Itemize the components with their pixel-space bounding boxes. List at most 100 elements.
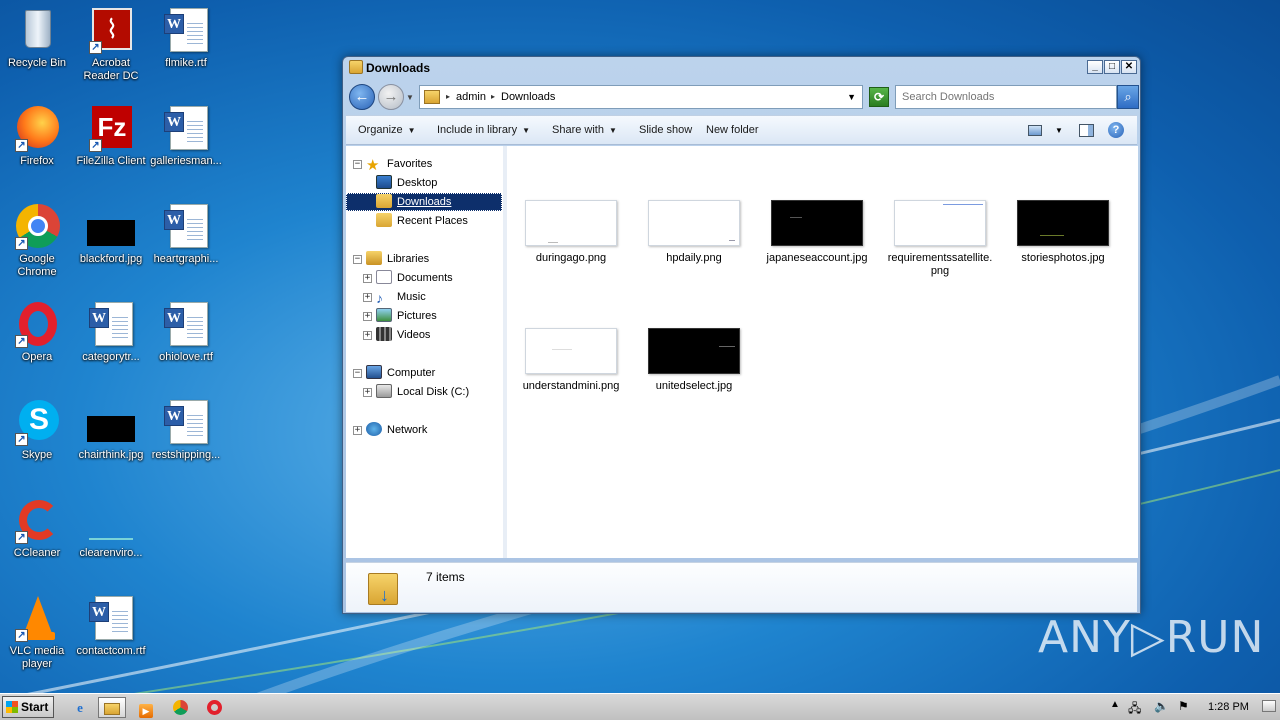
nav-pictures[interactable]: Pictures bbox=[376, 307, 437, 325]
image-icon bbox=[87, 496, 135, 544]
taskbar-internet-explorer-icon[interactable]: e bbox=[66, 697, 94, 718]
expand-network-icon[interactable]: + bbox=[353, 426, 362, 435]
action-center-flag-icon[interactable]: ⚑ bbox=[1178, 699, 1189, 713]
desktop-icon-chairthink[interactable]: chairthink.jpg bbox=[74, 398, 148, 462]
desktop-icon-opera[interactable]: ↗ Opera bbox=[0, 300, 74, 364]
collapse-libraries-icon[interactable]: − bbox=[353, 255, 362, 264]
desktop-icon-flmike[interactable]: W flmike.rtf bbox=[149, 6, 223, 70]
collapse-computer-icon[interactable]: − bbox=[353, 369, 362, 378]
taskbar: Start e ▶ ▲ 🖧 🔈 ⚑ 1:28 PM bbox=[0, 693, 1280, 720]
taskbar-explorer-icon[interactable] bbox=[98, 697, 126, 718]
file-thumbnail bbox=[648, 328, 740, 374]
desktop-icon-clearenviro[interactable]: clearenviro... bbox=[74, 496, 148, 560]
search-input[interactable] bbox=[902, 87, 1092, 107]
system-tray: ▲ 🖧 🔈 ⚑ bbox=[1102, 694, 1280, 720]
desktop-icon-galleriesman[interactable]: W galleriesman... bbox=[149, 104, 223, 168]
recent-pages-dropdown[interactable]: ▼ bbox=[406, 93, 414, 102]
nav-favorites[interactable]: ★ Favorites bbox=[366, 155, 432, 173]
acrobat-icon: ⌇ ↗ bbox=[87, 6, 135, 54]
nav-libraries[interactable]: Libraries bbox=[366, 250, 429, 268]
file-item[interactable]: duringago.png bbox=[516, 200, 626, 265]
taskbar-chrome-icon[interactable] bbox=[166, 697, 194, 718]
address-bar[interactable]: ▸ admin ▸ Downloads ▼ bbox=[419, 85, 863, 109]
organize-button[interactable]: Organize ▼ bbox=[358, 124, 416, 136]
title-bar[interactable]: Downloads _ □ ✕ bbox=[343, 57, 1140, 79]
breadcrumb-admin[interactable]: admin bbox=[456, 91, 486, 103]
nav-documents[interactable]: Documents bbox=[376, 269, 453, 287]
file-item[interactable]: unitedselect.jpg bbox=[639, 328, 749, 393]
maximize-button[interactable]: □ bbox=[1104, 60, 1120, 74]
expand-music-icon[interactable]: + bbox=[363, 293, 372, 302]
desktop-icon-contactcom[interactable]: W contactcom.rtf bbox=[74, 594, 148, 658]
view-options-icon[interactable] bbox=[1028, 125, 1042, 136]
desktop-icon-filezilla[interactable]: Fz ↗ FileZilla Client bbox=[74, 104, 148, 168]
back-button[interactable]: ← bbox=[349, 84, 375, 110]
nav-music[interactable]: ♪ Music bbox=[376, 288, 426, 306]
expand-documents-icon[interactable]: + bbox=[363, 274, 372, 283]
desktop-icon-label: contactcom.rtf bbox=[76, 645, 146, 657]
expand-local-disk-icon[interactable]: + bbox=[363, 388, 372, 397]
file-item[interactable]: japaneseaccount.jpg bbox=[762, 200, 872, 265]
slide-show-button[interactable]: Slide show bbox=[639, 124, 692, 136]
share-with-button[interactable]: Share with ▼ bbox=[552, 124, 617, 136]
desktop-icon-restshipping[interactable]: W restshipping... bbox=[149, 398, 223, 462]
file-thumbnail bbox=[1017, 200, 1109, 246]
new-folder-button[interactable]: New folder bbox=[706, 124, 759, 136]
file-item[interactable]: storiesphotos.jpg bbox=[1008, 200, 1118, 265]
taskbar-opera-icon[interactable] bbox=[200, 697, 228, 718]
computer-icon bbox=[366, 365, 382, 379]
nav-videos[interactable]: Videos bbox=[376, 326, 430, 344]
include-in-library-button[interactable]: Include in library ▼ bbox=[437, 124, 530, 136]
search-icon[interactable]: ⌕ bbox=[1117, 85, 1139, 109]
breadcrumb-downloads[interactable]: Downloads bbox=[501, 91, 555, 103]
expand-videos-icon[interactable]: + bbox=[363, 331, 372, 340]
taskbar-clock[interactable]: 1:28 PM bbox=[1208, 701, 1249, 713]
refresh-button[interactable]: ⟳ bbox=[869, 87, 889, 107]
nav-local-disk[interactable]: Local Disk (C:) bbox=[376, 383, 469, 401]
chrome-icon: ↗ bbox=[13, 202, 61, 250]
volume-icon[interactable]: 🔈 bbox=[1154, 699, 1169, 713]
help-icon[interactable]: ? bbox=[1108, 122, 1124, 138]
explorer-window: Downloads _ □ ✕ ← → ▼ ▸ admin ▸ Download… bbox=[342, 56, 1141, 614]
file-item[interactable]: requirementssatellite.png bbox=[885, 200, 995, 278]
start-button[interactable]: Start bbox=[2, 696, 54, 718]
desktop-icon-categorytr[interactable]: W categorytr... bbox=[74, 300, 148, 364]
nav-network[interactable]: Network bbox=[366, 421, 427, 439]
forward-button[interactable]: → bbox=[378, 84, 404, 110]
windows-logo-icon bbox=[6, 701, 18, 713]
view-dropdown-icon[interactable]: ▼ bbox=[1055, 126, 1063, 135]
music-icon: ♪ bbox=[376, 290, 383, 306]
desktop-icon-vlc[interactable]: ↗ VLC media player bbox=[0, 594, 74, 671]
nav-desktop[interactable]: Desktop bbox=[376, 174, 437, 192]
desktop-icon-acrobat[interactable]: ⌇ ↗ Acrobat Reader DC bbox=[74, 6, 148, 83]
crumb-arrow-icon[interactable]: ▸ bbox=[491, 92, 495, 101]
file-item[interactable]: hpdaily.png bbox=[639, 200, 749, 265]
desktop-icon-ccleaner[interactable]: ↗ CCleaner bbox=[0, 496, 74, 560]
desktop-icon-skype[interactable]: S ↗ Skype bbox=[0, 398, 74, 462]
desktop-icon-firefox[interactable]: ↗ Firefox bbox=[0, 104, 74, 168]
desktop-icon-ohiolove[interactable]: W ohiolove.rtf bbox=[149, 300, 223, 364]
address-dropdown-icon[interactable]: ▼ bbox=[847, 92, 856, 102]
desktop-icon-label: Skype bbox=[21, 449, 53, 461]
preview-pane-icon[interactable] bbox=[1079, 124, 1094, 137]
search-box[interactable] bbox=[895, 85, 1117, 109]
desktop-icon-heartgraphi[interactable]: W heartgraphi... bbox=[149, 202, 223, 266]
desktop-icon-recycle-bin[interactable]: Recycle Bin bbox=[0, 6, 74, 70]
file-item[interactable]: understandmini.png bbox=[516, 328, 626, 393]
taskbar-media-player-icon[interactable]: ▶ bbox=[132, 697, 160, 718]
minimize-button[interactable]: _ bbox=[1087, 60, 1103, 74]
file-name: understandmini.png bbox=[522, 380, 620, 392]
desktop-icon-blackford[interactable]: blackford.jpg bbox=[74, 202, 148, 266]
collapse-favorites-icon[interactable]: − bbox=[353, 160, 362, 169]
expand-pictures-icon[interactable]: + bbox=[363, 312, 372, 321]
tray-expand-icon[interactable]: ▲ bbox=[1110, 699, 1120, 710]
network-tray-icon[interactable]: 🖧 bbox=[1128, 699, 1141, 720]
close-button[interactable]: ✕ bbox=[1121, 60, 1137, 74]
desktop-icon-label: restshipping... bbox=[151, 449, 221, 461]
desktop-icon-chrome[interactable]: ↗ Google Chrome bbox=[0, 202, 74, 279]
crumb-arrow-icon[interactable]: ▸ bbox=[446, 92, 450, 101]
nav-downloads[interactable]: Downloads bbox=[346, 193, 502, 211]
nav-computer[interactable]: Computer bbox=[366, 364, 435, 382]
nav-recent-places[interactable]: Recent Places bbox=[376, 212, 468, 230]
show-desktop-button[interactable] bbox=[1262, 700, 1276, 712]
